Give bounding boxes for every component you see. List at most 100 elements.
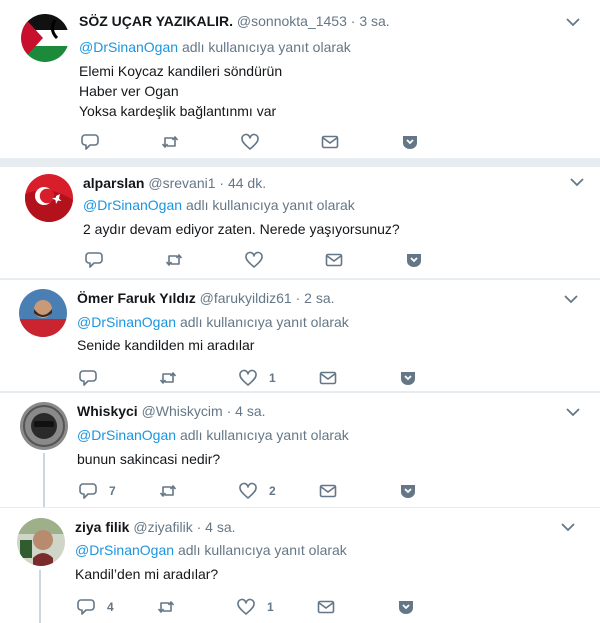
reply-count: 7 [109,484,116,498]
timestamp[interactable]: 2 sa. [304,290,334,306]
like-button[interactable]: 1 [239,368,276,388]
tweet-actions [85,250,445,270]
direct-message-icon [317,600,335,614]
tweet-header: Ömer Faruk Yıldız @farukyildiz61 · 2 sa. [77,289,335,307]
direct-message-icon [319,371,337,385]
mention-link[interactable]: @DrSinanOgan [77,314,176,330]
display-name[interactable]: alparslan [83,175,144,191]
like-icon [241,133,259,150]
caret-down-icon[interactable] [566,407,580,417]
like-button[interactable] [241,132,271,152]
retweet-button[interactable] [157,597,187,617]
avatar[interactable] [20,402,68,450]
direct-message-button[interactable] [325,250,343,270]
retweet-icon [159,372,177,384]
thread-connector-line [39,570,41,623]
more-button[interactable] [399,368,417,388]
user-handle[interactable]: @farukyildiz61 [200,290,292,306]
avatar[interactable] [17,518,65,566]
direct-message-button[interactable] [319,368,337,388]
user-handle[interactable]: @srevani1 [148,175,215,191]
tweet-actions [81,132,441,152]
reply-context: @DrSinanOgan adlı kullanıcıya yanıt olar… [75,541,347,559]
reply-count: 4 [107,600,114,614]
more-button[interactable] [405,250,423,270]
mention-link[interactable]: @DrSinanOgan [83,197,182,213]
like-icon [239,369,257,386]
timestamp[interactable]: 4 sa. [205,519,235,535]
avatar[interactable] [25,174,73,222]
more-button[interactable] [397,597,415,617]
reply-button[interactable] [85,250,115,270]
caret-down-icon[interactable] [561,522,575,532]
timestamp[interactable]: 3 sa. [359,13,389,29]
like-icon [237,598,255,615]
caret-down-icon[interactable] [566,17,580,27]
direct-message-icon [325,253,343,267]
direct-message-icon [321,135,339,149]
tweet[interactable]: Whiskyci @Whiskycim · 4 sa. @DrSinanOgan… [0,393,600,507]
reply-context-label: adlı kullanıcıya yanıt olarak [181,39,351,55]
retweet-button[interactable] [159,481,189,501]
avatar[interactable] [21,14,69,62]
avatar-photo [19,289,67,337]
tweet-text-line: Elemi Koycaz kandileri söndürün [79,63,283,79]
retweet-button[interactable] [161,132,191,152]
mention-link[interactable]: @DrSinanOgan [79,39,178,55]
mention-link[interactable]: @DrSinanOgan [75,542,174,558]
separator-dot: · [350,13,356,29]
timestamp[interactable]: 4 sa. [235,403,265,419]
avatar-flag-image [21,14,69,62]
reply-button[interactable] [79,368,109,388]
display-name[interactable]: SÖZ UÇAR YAZIKALIR. [79,13,233,29]
reply-context-label: adlı kullanıcıya yanıt olarak [179,314,349,330]
retweet-icon [157,601,175,613]
like-button[interactable] [245,250,275,270]
reply-button[interactable]: 7 [79,481,116,501]
display-name[interactable]: Whiskyci [77,403,138,419]
more-chevron-icon [403,136,417,149]
timestamp[interactable]: 44 dk. [228,175,266,191]
caret-down-icon[interactable] [564,294,578,304]
more-chevron-icon [399,601,413,614]
tweet[interactable]: Ömer Faruk Yıldız @farukyildiz61 · 2 sa.… [0,280,600,391]
more-button[interactable] [401,132,419,152]
more-chevron-icon [407,254,421,267]
tweet-actions: 4 1 [77,597,437,617]
tweet-text-line: bunun sakincasi nedir? [77,451,221,467]
like-button[interactable]: 1 [237,597,274,617]
reply-button[interactable] [81,132,111,152]
retweet-button[interactable] [165,250,195,270]
avatar-flag-image [25,174,73,222]
user-handle[interactable]: @Whiskycim [142,403,223,419]
more-chevron-icon [401,485,415,498]
caret-down-icon[interactable] [570,177,584,187]
reply-button[interactable]: 4 [77,597,114,617]
tweet-text-line: Senide kandilden mi aradılar [77,337,255,353]
tweet-text-line: Haber ver Ogan [79,83,179,99]
tweet-actions: 1 [79,368,439,388]
tweet-text-line: Yoksa kardeşlik bağlantınmı var [79,103,277,119]
direct-message-button[interactable] [317,597,335,617]
direct-message-button[interactable] [321,132,339,152]
retweet-button[interactable] [159,368,189,388]
reply-context: @DrSinanOgan adlı kullanıcıya yanıt olar… [83,196,355,214]
reply-icon [79,483,97,499]
mention-link[interactable]: @DrSinanOgan [77,427,176,443]
like-button[interactable]: 2 [239,481,276,501]
more-button[interactable] [399,481,417,501]
tweet[interactable]: SÖZ UÇAR YAZIKALIR. @sonnokta_1453 · 3 s… [0,0,600,158]
separator-dot: · [226,403,232,419]
tweet[interactable]: alparslan @srevani1 · 44 dk. @DrSinanOga… [0,167,600,278]
separator-dot: · [219,175,225,191]
user-handle[interactable]: @sonnokta_1453 [237,13,347,29]
direct-message-button[interactable] [319,481,337,501]
display-name[interactable]: Ömer Faruk Yıldız [77,290,196,306]
user-handle[interactable]: @ziyafilik [133,519,192,535]
retweet-icon [165,254,183,266]
reply-icon [81,134,99,150]
display-name[interactable]: ziya filik [75,519,129,535]
tweet-text-line: Kandil’den mi aradılar? [75,566,219,582]
tweet[interactable]: ziya filik @ziyafilik · 4 sa. @DrSinanOg… [0,508,600,623]
avatar[interactable] [19,289,67,337]
